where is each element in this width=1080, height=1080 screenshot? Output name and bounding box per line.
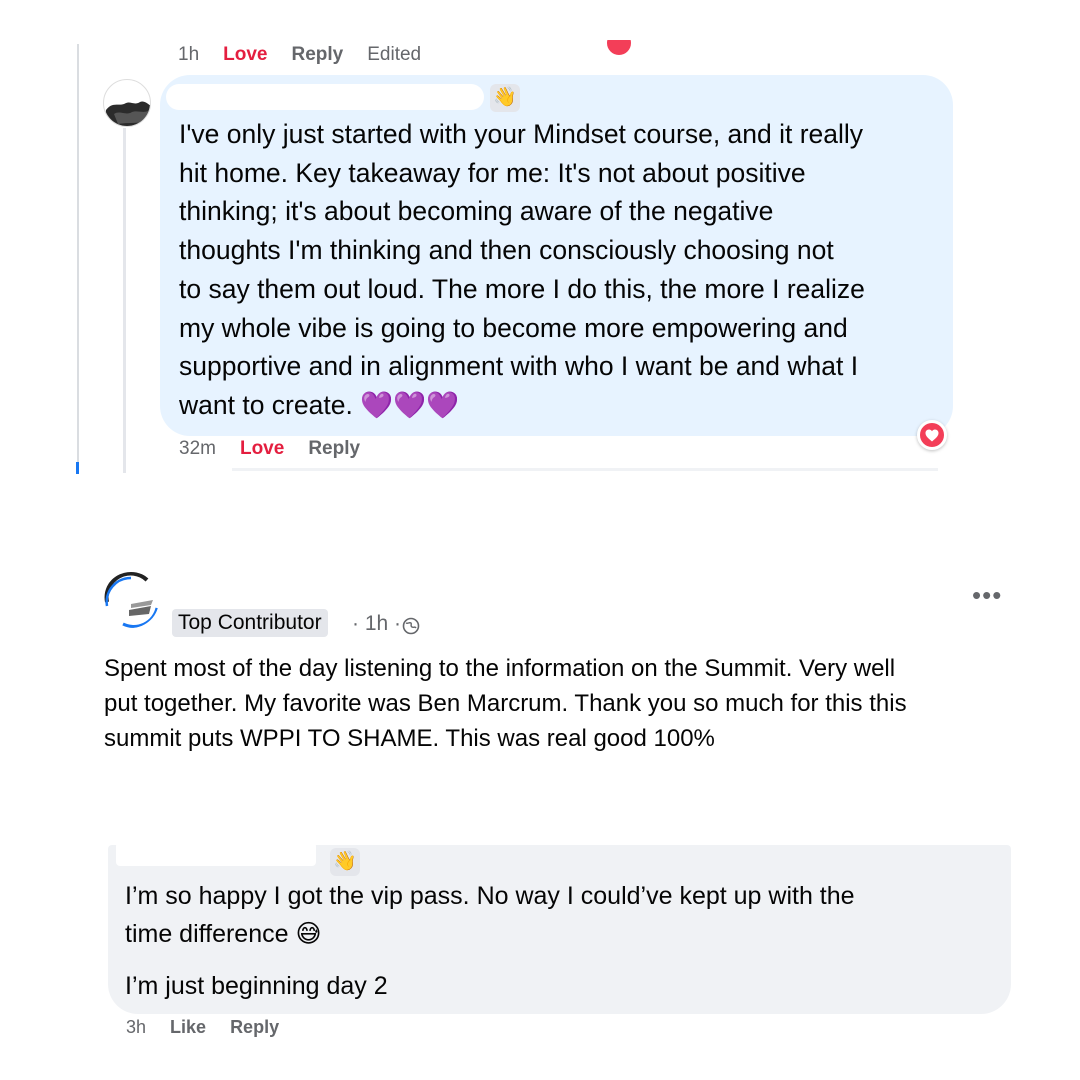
waving-hand-icon: 👋 (330, 848, 360, 876)
reply-text-line: thoughts I'm thinking and then conscious… (179, 235, 834, 266)
divider (232, 468, 938, 471)
comment-time: 3h (126, 1017, 147, 1037)
reply-text-line: to say them out loud. The more I do this… (179, 273, 865, 304)
reaction-icon-partial (604, 40, 634, 58)
reply-text: I've only just started with your Mindset… (179, 115, 949, 425)
like-button[interactable]: Like (170, 1017, 206, 1038)
comment-actions: 3h Like Reply (126, 1017, 279, 1038)
avatar[interactable] (103, 79, 151, 127)
thread-marker (76, 462, 79, 474)
top-contributor-badge[interactable]: Top Contributor (172, 609, 328, 637)
post-time[interactable]: · 1h · (352, 610, 401, 638)
reply-text-line: hit home. Key takeaway for me: It's not … (179, 157, 806, 188)
reply-text-line: thinking; it's about becoming aware of t… (179, 196, 774, 227)
reply-text-line: supportive and in alignment with who I w… (179, 351, 859, 382)
waving-hand-icon: 👋 (490, 84, 520, 112)
reply-button[interactable]: Reply (230, 1017, 279, 1038)
comment-text-line: time difference 😅 (125, 920, 322, 948)
post-text-line: put together. My favorite was Ben Marcru… (104, 690, 907, 717)
comment-text-line: I’m so happy I got the vip pass. No way … (125, 882, 855, 910)
avatar[interactable] (103, 572, 159, 628)
reply-button[interactable]: Reply (292, 44, 344, 66)
redacted-name (166, 84, 484, 110)
reply-text-line: my whole vibe is going to become more em… (179, 312, 848, 343)
post-text: Spent most of the day listening to the i… (104, 651, 1064, 756)
reply-text-line: want to create. 💜💜💜 (179, 389, 460, 420)
reply-button[interactable]: Reply (308, 438, 360, 460)
comment-text-line: I’m just beginning day 2 (125, 972, 388, 1000)
reply-time: 32m (179, 438, 216, 459)
more-options-icon[interactable]: ••• (972, 580, 1002, 611)
public-globe-icon (402, 617, 420, 640)
love-button[interactable]: Love (240, 438, 284, 460)
reply-connector-line (123, 128, 126, 473)
reply-text-line: I've only just started with your Mindset… (179, 119, 864, 149)
reply-actions: 32m Love Reply (179, 438, 360, 460)
top-comment-actions: 1h Love Reply Edited (178, 44, 421, 66)
redacted-name (116, 842, 316, 866)
thread-indent-line (77, 44, 79, 474)
comment-time: 1h (178, 44, 200, 65)
edited-label: Edited (367, 44, 422, 65)
love-heart-icon[interactable] (917, 420, 947, 450)
post-text-line: summit puts WPPI TO SHAME. This was real… (104, 725, 715, 752)
love-button[interactable]: Love (223, 44, 267, 66)
comment-text: I’m so happy I got the vip pass. No way … (125, 877, 1005, 953)
post-text-line: Spent most of the day listening to the i… (104, 655, 896, 682)
redacted-name (165, 572, 385, 586)
